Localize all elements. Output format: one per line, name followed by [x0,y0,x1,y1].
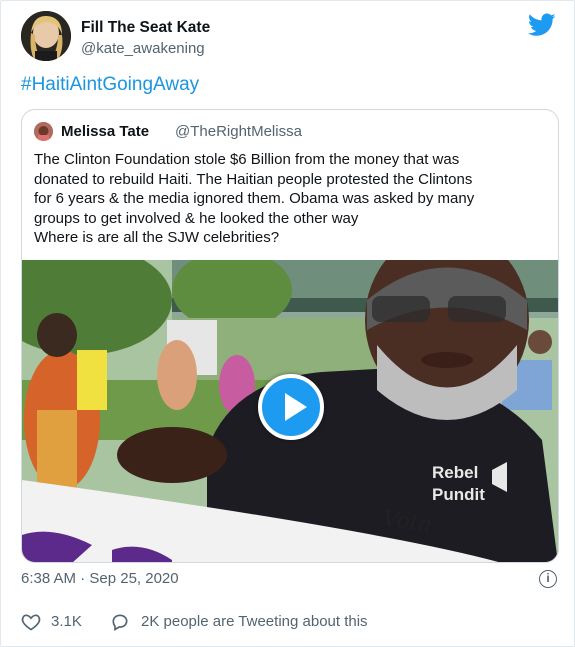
quoted-text-line: donated to rebuild Haiti. The Haitian pe… [34,170,473,188]
quoted-tweet[interactable]: Melissa Tate @TheRightMelissa The Clinto… [21,109,559,563]
author-handle[interactable]: @kate_awakening [81,40,205,57]
tweet-timestamp[interactable]: 6:38 AM · Sep 25, 2020 [21,570,179,587]
quoted-text-line: Where is are all the SJW celebrities? [34,229,280,246]
hashtag-link[interactable]: #HaitiAintGoingAway [21,74,199,96]
shirt-logo-text-2: Pundit [432,485,485,504]
quoted-text-line: The Clinton Foundation stole $6 Billion … [34,151,460,168]
quoted-handle[interactable]: @TheRightMelissa [175,123,302,140]
play-icon[interactable] [258,374,324,440]
video-thumbnail[interactable]: Rebel Pundit Vota [22,260,558,562]
quoted-text: The Clinton Foundation stole $6 Billion … [34,150,549,248]
talking-about-link[interactable]: 2K people are Tweeting about this [141,613,368,630]
tweet-card: Fill The Seat Kate @kate_awakening #Hait… [0,0,575,647]
quoted-avatar[interactable] [34,122,53,141]
quoted-name[interactable]: Melissa Tate [61,123,149,140]
heart-icon[interactable] [21,612,41,632]
author-avatar[interactable] [21,11,71,61]
tweet-header: Fill The Seat Kate @kate_awakening [21,11,556,65]
like-count[interactable]: 3.1K [51,613,82,630]
speech-bubble-icon[interactable] [110,612,130,632]
author-name[interactable]: Fill The Seat Kate [81,19,210,37]
info-icon[interactable]: i [539,570,557,588]
quoted-header: Melissa Tate @TheRightMelissa [34,122,534,142]
quoted-text-line: groups to get involved & he looked the o… [34,209,359,227]
tweet-actions: 3.1K 2K people are Tweeting about this [21,612,556,632]
quoted-text-line: for 6 years & the media ignored them. Ob… [34,190,475,207]
twitter-bird-icon[interactable] [528,13,556,37]
shirt-logo-text: Rebel [432,463,478,482]
